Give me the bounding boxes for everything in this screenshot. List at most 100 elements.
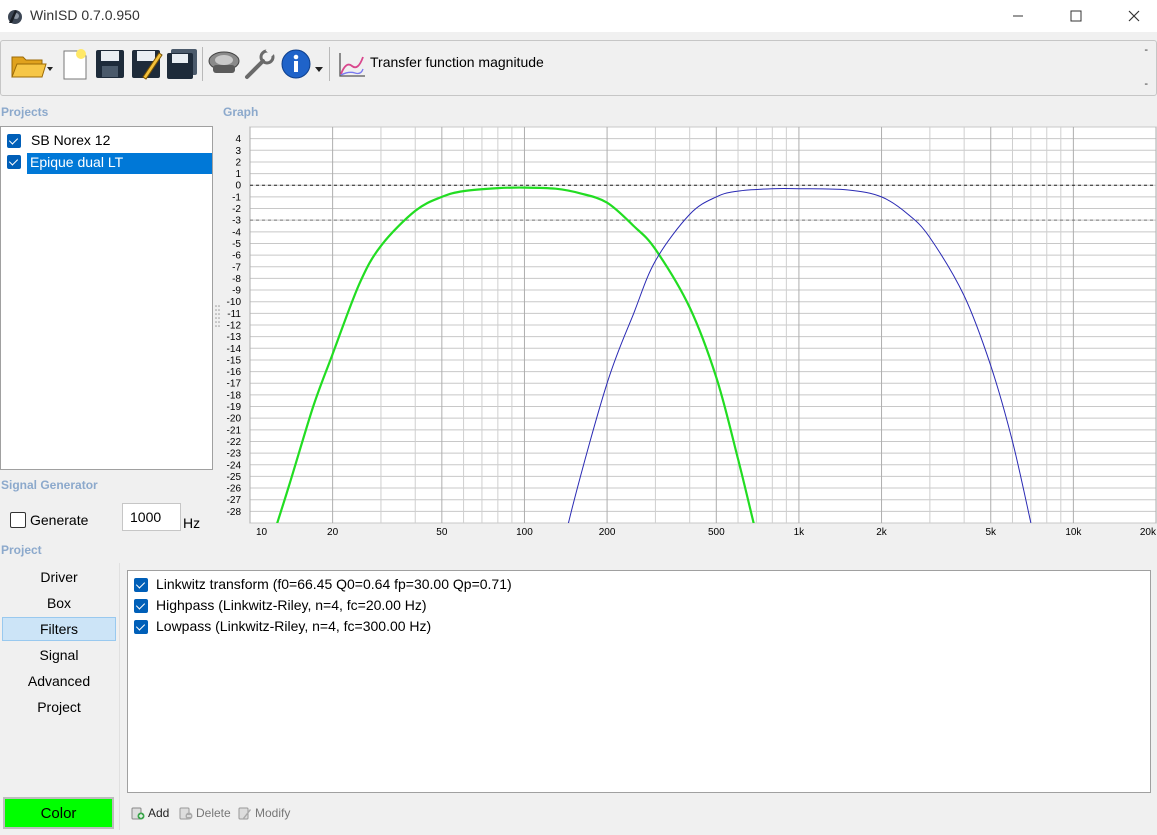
- project-section-label: Project: [1, 543, 42, 557]
- y-tick-label: -12: [227, 321, 242, 332]
- delete-icon: [179, 807, 193, 820]
- save-as-button[interactable]: [129, 45, 163, 83]
- y-tick-label: -28: [227, 507, 242, 518]
- generate-checkbox[interactable]: [10, 512, 26, 528]
- transfer-function-chart[interactable]: 43210-1-2-3-4-5-6-7-8-9-10-11-12-13-14-1…: [214, 120, 1157, 545]
- y-tick-label: -26: [227, 484, 242, 495]
- nav-signal[interactable]: Signal: [2, 644, 116, 668]
- add-label: Add: [148, 806, 170, 820]
- delete-filter-button[interactable]: Delete: [179, 806, 231, 820]
- save-all-icon: [167, 49, 197, 79]
- minimize-icon: [1013, 15, 1023, 17]
- filter-label[interactable]: Highpass (Linkwitz-Riley, n=4, fc=20.00 …: [156, 597, 427, 613]
- y-tick-label: -20: [227, 414, 242, 425]
- x-tick-label: 5k: [985, 527, 997, 538]
- filter-label[interactable]: Lowpass (Linkwitz-Riley, n=4, fc=300.00 …: [156, 618, 431, 634]
- maximize-button[interactable]: [1053, 0, 1099, 32]
- y-tick-label: 3: [235, 146, 241, 157]
- save-button[interactable]: [93, 45, 127, 83]
- frequency-input[interactable]: [122, 503, 181, 531]
- color-button[interactable]: Color: [3, 797, 114, 829]
- y-tick-label: -11: [227, 309, 241, 320]
- project-checkbox[interactable]: [7, 155, 21, 169]
- filter-checkbox[interactable]: [134, 578, 148, 592]
- y-tick-label: -5: [232, 239, 241, 250]
- open-project-button[interactable]: [9, 45, 55, 83]
- filter-checkbox[interactable]: [134, 599, 148, 613]
- close-button[interactable]: [1111, 0, 1157, 32]
- filter-checkbox[interactable]: [134, 620, 148, 634]
- graph-section-label: Graph: [223, 105, 259, 119]
- new-project-button[interactable]: [59, 45, 91, 83]
- chart-grid: [249, 126, 1157, 524]
- y-tick-label: -22: [227, 437, 242, 448]
- project-item-selected[interactable]: Epique dual LT: [5, 151, 212, 174]
- y-tick-label: -1: [232, 192, 241, 203]
- y-tick-label: 2: [235, 157, 241, 168]
- add-icon: [131, 807, 145, 820]
- y-tick-label: -18: [227, 390, 242, 401]
- y-tick-label: 0: [235, 181, 241, 192]
- toolbar-separator: [202, 47, 203, 81]
- y-tick-label: -8: [232, 274, 241, 285]
- graph-type-button[interactable]: [336, 45, 368, 83]
- x-tick-label: 200: [599, 527, 616, 538]
- filter-item[interactable]: Highpass (Linkwitz-Riley, n=4, fc=20.00 …: [133, 595, 733, 616]
- y-tick-label: -17: [227, 379, 242, 390]
- y-tick-label: -9: [232, 286, 241, 297]
- x-tick-label: 20k: [1140, 527, 1157, 538]
- close-icon: [1128, 10, 1140, 22]
- save-as-icon: [132, 50, 163, 80]
- add-filter-button[interactable]: Add: [131, 806, 169, 820]
- generate-label[interactable]: Generate: [30, 512, 88, 528]
- project-checkbox[interactable]: [7, 134, 21, 148]
- toolbar-dash-bottom: -: [1144, 78, 1148, 90]
- minimize-button[interactable]: [995, 0, 1041, 32]
- modify-filter-button[interactable]: Modify: [238, 806, 290, 820]
- y-tick-label: -25: [227, 472, 242, 483]
- main-toolbar: Transfer function magnitude - -: [0, 40, 1157, 96]
- nav-filters[interactable]: Filters: [2, 617, 116, 641]
- y-tick-label: -3: [232, 216, 241, 227]
- filter-item[interactable]: Linkwitz transform (f0=66.45 Q0=0.64 fp=…: [133, 574, 733, 595]
- filter-item[interactable]: Lowpass (Linkwitz-Riley, n=4, fc=300.00 …: [133, 616, 733, 637]
- graph-type-label[interactable]: Transfer function magnitude: [370, 54, 544, 70]
- y-axis-ticks: 43210-1-2-3-4-5-6-7-8-9-10-11-12-13-14-1…: [227, 134, 242, 518]
- y-tick-label: -21: [227, 425, 242, 436]
- y-tick-label: -19: [227, 402, 242, 413]
- x-tick-label: 10: [256, 527, 268, 538]
- nav-advanced[interactable]: Advanced: [2, 670, 116, 694]
- project-label[interactable]: Epique dual LT: [27, 153, 212, 174]
- toolbar-dash-top: -: [1144, 44, 1148, 56]
- filter-label[interactable]: Linkwitz transform (f0=66.45 Q0=0.64 fp=…: [156, 576, 512, 592]
- nav-box[interactable]: Box: [2, 592, 116, 616]
- save-all-button[interactable]: [165, 45, 199, 83]
- info-button[interactable]: [280, 45, 326, 83]
- y-tick-label: -27: [227, 495, 242, 506]
- x-axis-ticks: 10 20 50 100 200 500 1k 2k 5k 10k 20k: [256, 527, 1157, 538]
- tools-button[interactable]: [243, 45, 277, 83]
- frequency-unit: Hz: [183, 515, 201, 531]
- driver-editor-button[interactable]: [206, 45, 242, 83]
- x-tick-label: 100: [516, 527, 533, 538]
- driver-editor-icon: [208, 51, 240, 73]
- y-tick-label: -14: [227, 344, 242, 355]
- splitter-handle[interactable]: [215, 305, 220, 327]
- x-tick-label: 50: [436, 527, 448, 538]
- open-folder-icon: [11, 56, 53, 78]
- y-tick-label: -24: [227, 460, 242, 471]
- projects-list: SB Norex 12 Epique dual LT: [0, 126, 213, 470]
- modify-icon: [238, 807, 251, 820]
- y-tick-label: -4: [232, 227, 241, 238]
- project-item[interactable]: SB Norex 12: [5, 130, 211, 151]
- toolbar-separator: [329, 47, 330, 81]
- nav-project[interactable]: Project: [2, 696, 116, 720]
- info-icon: [281, 49, 323, 79]
- nav-driver[interactable]: Driver: [2, 566, 116, 590]
- projects-section-label: Projects: [1, 105, 49, 119]
- x-tick-label: 2k: [876, 527, 888, 538]
- y-tick-label: -2: [232, 204, 241, 215]
- y-tick-label: -23: [227, 449, 242, 460]
- delete-label: Delete: [196, 806, 231, 820]
- project-label[interactable]: SB Norex 12: [28, 132, 113, 148]
